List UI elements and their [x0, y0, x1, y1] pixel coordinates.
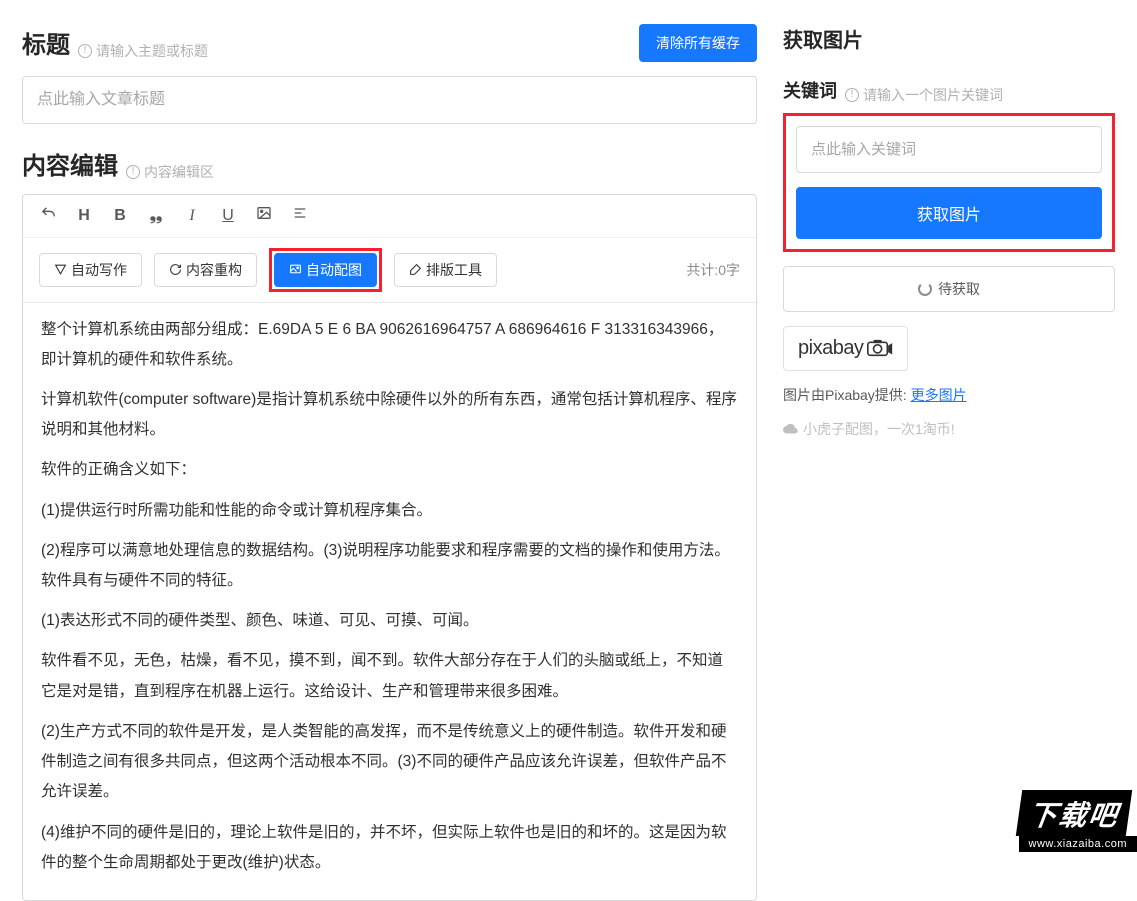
- title-label: 标题: [22, 25, 70, 60]
- restructure-button[interactable]: 内容重构: [154, 253, 257, 287]
- underline-icon[interactable]: U: [219, 207, 237, 225]
- camera-icon: [867, 339, 893, 357]
- clear-cache-button[interactable]: 清除所有缓存: [639, 24, 757, 62]
- pending-status[interactable]: 待获取: [783, 266, 1115, 312]
- editor-paragraph: 整个计算机系统由两部分组成：E.69DA 5 E 6 BA 9062616964…: [41, 315, 738, 375]
- content-hint: ! 内容编辑区: [126, 162, 214, 182]
- more-images-link[interactable]: 更多图片: [911, 387, 967, 403]
- editor-paragraph: (1)表达形式不同的硬件类型、颜色、味道、可见、可摸、可闻。: [41, 606, 738, 636]
- cloud-icon: [783, 423, 798, 434]
- keyword-input[interactable]: [796, 126, 1102, 173]
- keyword-label: 关键词: [783, 77, 837, 103]
- fetch-image-button[interactable]: 获取图片: [796, 187, 1102, 239]
- action-toolbar: 自动写作 内容重构 自动配图 排版工具 共计:0字: [23, 238, 756, 303]
- editor-paragraph: 软件看不见，无色，枯燥，看不见，摸不到，闻不到。软件大部分存在于人们的头脑或纸上…: [41, 646, 738, 706]
- sidebar-title: 获取图片: [783, 24, 1115, 53]
- info-icon: !: [845, 88, 859, 102]
- credit-line: 图片由Pixabay提供: 更多图片: [783, 385, 1115, 405]
- keyword-header: 关键词 ! 请输入一个图片关键词: [783, 77, 1115, 105]
- editor-paragraph: (2)程序可以满意地处理信息的数据结构。(3)说明程序功能要求和程序需要的文档的…: [41, 536, 738, 596]
- pixabay-logo: pixabay: [783, 326, 908, 371]
- bold-icon[interactable]: B: [111, 207, 129, 225]
- image-icon[interactable]: [255, 205, 273, 226]
- auto-image-highlight: 自动配图: [269, 248, 382, 292]
- editor-paragraph: (4)维护不同的硬件是旧的，理论上软件是旧的，并不坏，但实际上软件也是旧的和坏的…: [41, 818, 738, 878]
- info-icon: !: [78, 44, 92, 58]
- italic-icon[interactable]: I: [183, 207, 201, 225]
- article-title-input[interactable]: [22, 76, 757, 124]
- title-section-header: 标题 ! 请输入主题或标题 清除所有缓存: [22, 24, 757, 62]
- align-icon[interactable]: [291, 205, 309, 226]
- quote-icon[interactable]: ❟❟: [147, 207, 165, 225]
- keyword-highlight-box: 获取图片: [783, 113, 1115, 252]
- editor-content[interactable]: 整个计算机系统由两部分组成：E.69DA 5 E 6 BA 9062616964…: [23, 303, 756, 901]
- editor-paragraph: 计算机软件(computer software)是指计算机系统中除硬件以外的所有…: [41, 385, 738, 445]
- layout-tool-button[interactable]: 排版工具: [394, 253, 497, 287]
- editor-box: H B ❟❟ I U 自动写作 内容重构: [22, 194, 757, 901]
- content-label: 内容编辑: [22, 146, 118, 181]
- editor-paragraph: (1)提供运行时所需功能和性能的命令或计算机程序集合。: [41, 496, 738, 526]
- keyword-hint: ! 请输入一个图片关键词: [845, 85, 1003, 105]
- spinner-icon: [918, 282, 932, 296]
- content-section-header: 内容编辑 ! 内容编辑区: [22, 146, 757, 182]
- heading-icon[interactable]: H: [75, 207, 93, 225]
- auto-image-button[interactable]: 自动配图: [274, 253, 377, 287]
- word-count: 共计:0字: [686, 260, 740, 280]
- watermark: 下载吧 www.xiazaiba.com: [1019, 790, 1137, 852]
- editor-paragraph: (2)生产方式不同的软件是开发，是人类智能的高发挥，而不是传统意义上的硬件制造。…: [41, 717, 738, 808]
- info-icon: !: [126, 165, 140, 179]
- title-hint: ! 请输入主题或标题: [78, 41, 208, 61]
- format-toolbar: H B ❟❟ I U: [23, 195, 756, 238]
- undo-icon[interactable]: [39, 205, 57, 227]
- editor-paragraph: 软件的正确含义如下：: [41, 455, 738, 485]
- taobi-line: 小虎子配图，一次1淘币!: [783, 419, 1115, 439]
- auto-write-button[interactable]: 自动写作: [39, 253, 142, 287]
